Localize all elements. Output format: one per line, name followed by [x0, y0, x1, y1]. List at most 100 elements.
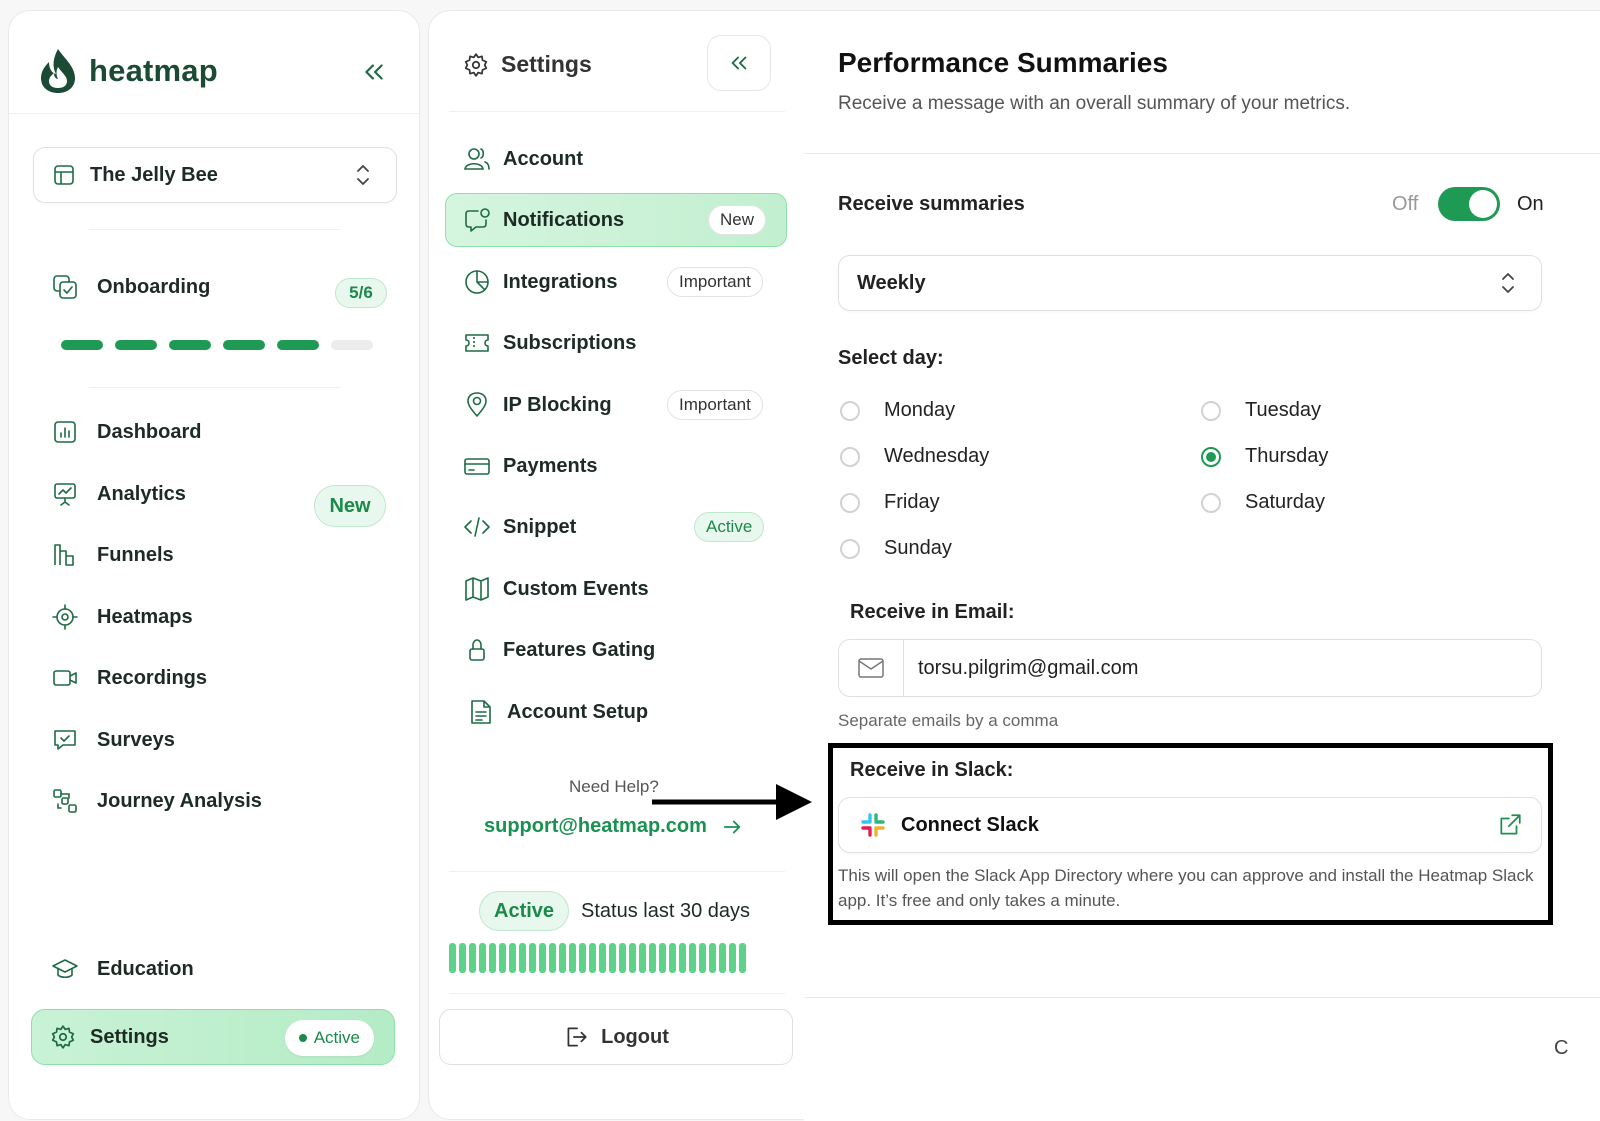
sidebar-item-label: Settings	[90, 1025, 169, 1048]
sidebar-item-label: Heatmaps	[97, 605, 193, 628]
collapse-settings-button[interactable]	[707, 35, 771, 91]
select-day-label: Select day:	[838, 347, 944, 369]
sidebar-item-label: Dashboard	[97, 420, 202, 443]
sidebar-item-analytics[interactable]: Analytics	[51, 478, 186, 510]
sidebar-item-funnels[interactable]: Funnels	[51, 539, 174, 571]
page-subtitle: Receive a message with an overall summar…	[838, 93, 1351, 114]
funnels-icon	[51, 541, 79, 569]
settings-active-badge: Active	[284, 1020, 374, 1056]
divider	[804, 153, 1600, 154]
settings-item-notifications-content[interactable]: Notifications	[463, 204, 624, 236]
settings-item-label: Notifications	[503, 208, 625, 231]
divider	[89, 229, 341, 230]
day-radio-thursday[interactable]: Thursday	[1201, 445, 1328, 468]
day-radio-sunday[interactable]: Sunday	[840, 537, 952, 560]
heatmap-logo-icon	[37, 47, 79, 95]
sidebar-item-surveys[interactable]: Surveys	[51, 724, 175, 756]
slack-logo-icon	[859, 811, 887, 839]
sidebar-item-dashboard[interactable]: Dashboard	[51, 416, 201, 448]
progress-segment	[61, 340, 103, 350]
radio-circle	[840, 492, 860, 513]
collapse-sidebar-icon[interactable]	[361, 59, 387, 85]
annotation-arrow	[652, 784, 812, 820]
settings-item-subscriptions[interactable]: Subscriptions	[463, 327, 636, 359]
uptime-day-bar	[499, 943, 506, 973]
day-radio-friday[interactable]: Friday	[840, 491, 940, 514]
workspace-selector[interactable]: The Jelly Bee	[33, 147, 397, 203]
onboarding-item[interactable]: Onboarding	[51, 273, 210, 301]
settings-item-integrations[interactable]: Integrations	[463, 266, 617, 298]
logout-label: Logout	[601, 1025, 669, 1048]
radio-circle	[1201, 446, 1221, 467]
brand[interactable]: heatmap	[37, 47, 218, 95]
settings-item-label: Snippet	[503, 515, 577, 538]
recordings-icon	[51, 664, 79, 692]
progress-segment	[115, 340, 157, 350]
day-radio-monday[interactable]: Monday	[840, 399, 955, 422]
sidebar-item-recordings[interactable]: Recordings	[51, 662, 207, 694]
email-value: torsu.pilgrim@gmail.com	[918, 656, 1139, 679]
settings-item-custom-events[interactable]: Custom Events	[463, 573, 649, 605]
uptime-day-bar	[729, 943, 736, 973]
uptime-day-bar	[629, 943, 636, 973]
settings-item-snippet[interactable]: Snippet	[463, 511, 576, 543]
settings-sidebar: Settings Account Notifications New Integ…	[428, 10, 804, 1120]
settings-header: Settings	[463, 51, 592, 78]
document-icon	[467, 698, 495, 726]
uptime-day-bar	[539, 943, 546, 973]
settings-item-label: Account	[503, 147, 583, 170]
progress-segment	[277, 340, 319, 350]
sidebar-item-heatmaps[interactable]: Heatmaps	[51, 601, 193, 633]
gear-icon	[463, 52, 489, 78]
day-label: Monday	[884, 399, 956, 421]
day-label: Sunday	[884, 537, 952, 559]
day-radio-wednesday[interactable]: Wednesday	[840, 445, 989, 468]
settings-item-features-gating[interactable]: Features Gating	[463, 634, 655, 666]
notifications-new-badge: New	[708, 205, 767, 235]
snippet-active-badge: Active	[694, 512, 765, 542]
settings-item-account-setup[interactable]: Account Setup	[467, 696, 648, 728]
settings-item-ip-blocking[interactable]: IP Blocking	[463, 389, 612, 421]
settings-item-payments[interactable]: Payments	[463, 450, 598, 482]
uptime-day-bar	[489, 943, 496, 973]
email-field[interactable]: torsu.pilgrim@gmail.com	[838, 639, 1542, 697]
need-help-text: Need Help?	[569, 777, 659, 796]
day-label: Tuesday	[1245, 399, 1321, 421]
uptime-day-bar	[479, 943, 486, 973]
settings-item-account[interactable]: Account	[463, 143, 583, 175]
day-label: Friday	[884, 491, 940, 513]
active-badge-label: Active	[313, 1028, 360, 1047]
divider	[449, 111, 785, 112]
radio-circle	[840, 446, 860, 467]
sidebar-item-settings[interactable]: Settings Active	[31, 1009, 395, 1065]
footer-fragment: C	[1554, 1037, 1569, 1059]
uptime-day-bar	[689, 943, 696, 973]
uptime-day-bar	[459, 943, 466, 973]
sidebar-item-label: Education	[97, 957, 194, 980]
analytics-new-badge: New	[314, 485, 386, 527]
radio-circle	[840, 538, 860, 559]
sidebar-item-journey-analysis[interactable]: Journey Analysis	[51, 785, 262, 817]
sidebar-item-education[interactable]: Education	[51, 953, 194, 985]
uptime-day-bar	[649, 943, 656, 973]
radio-circle	[1201, 400, 1221, 421]
frequency-value: Weekly	[857, 271, 926, 294]
uptime-day-bar	[699, 943, 706, 973]
day-radio-tuesday[interactable]: Tuesday	[1201, 399, 1321, 422]
radio-circle	[1201, 492, 1221, 513]
uptime-day-bar	[509, 943, 516, 973]
analytics-icon	[51, 480, 79, 508]
sidebar-item-label: Funnels	[97, 543, 174, 566]
sidebar-item-label: Analytics	[97, 482, 186, 505]
uptime-day-bar	[569, 943, 576, 973]
logout-button[interactable]: Logout	[439, 1009, 793, 1065]
frequency-select[interactable]: Weekly	[838, 255, 1542, 311]
uptime-day-bar	[519, 943, 526, 973]
receive-summaries-toggle[interactable]	[1438, 187, 1500, 221]
heatmaps-icon	[51, 603, 79, 631]
day-radio-saturday[interactable]: Saturday	[1201, 491, 1325, 514]
connect-slack-button[interactable]: Connect Slack	[838, 797, 1542, 853]
divider	[804, 997, 1600, 998]
onboarding-progress-badge: 5/6	[335, 278, 387, 308]
uptime-day-bar	[609, 943, 616, 973]
